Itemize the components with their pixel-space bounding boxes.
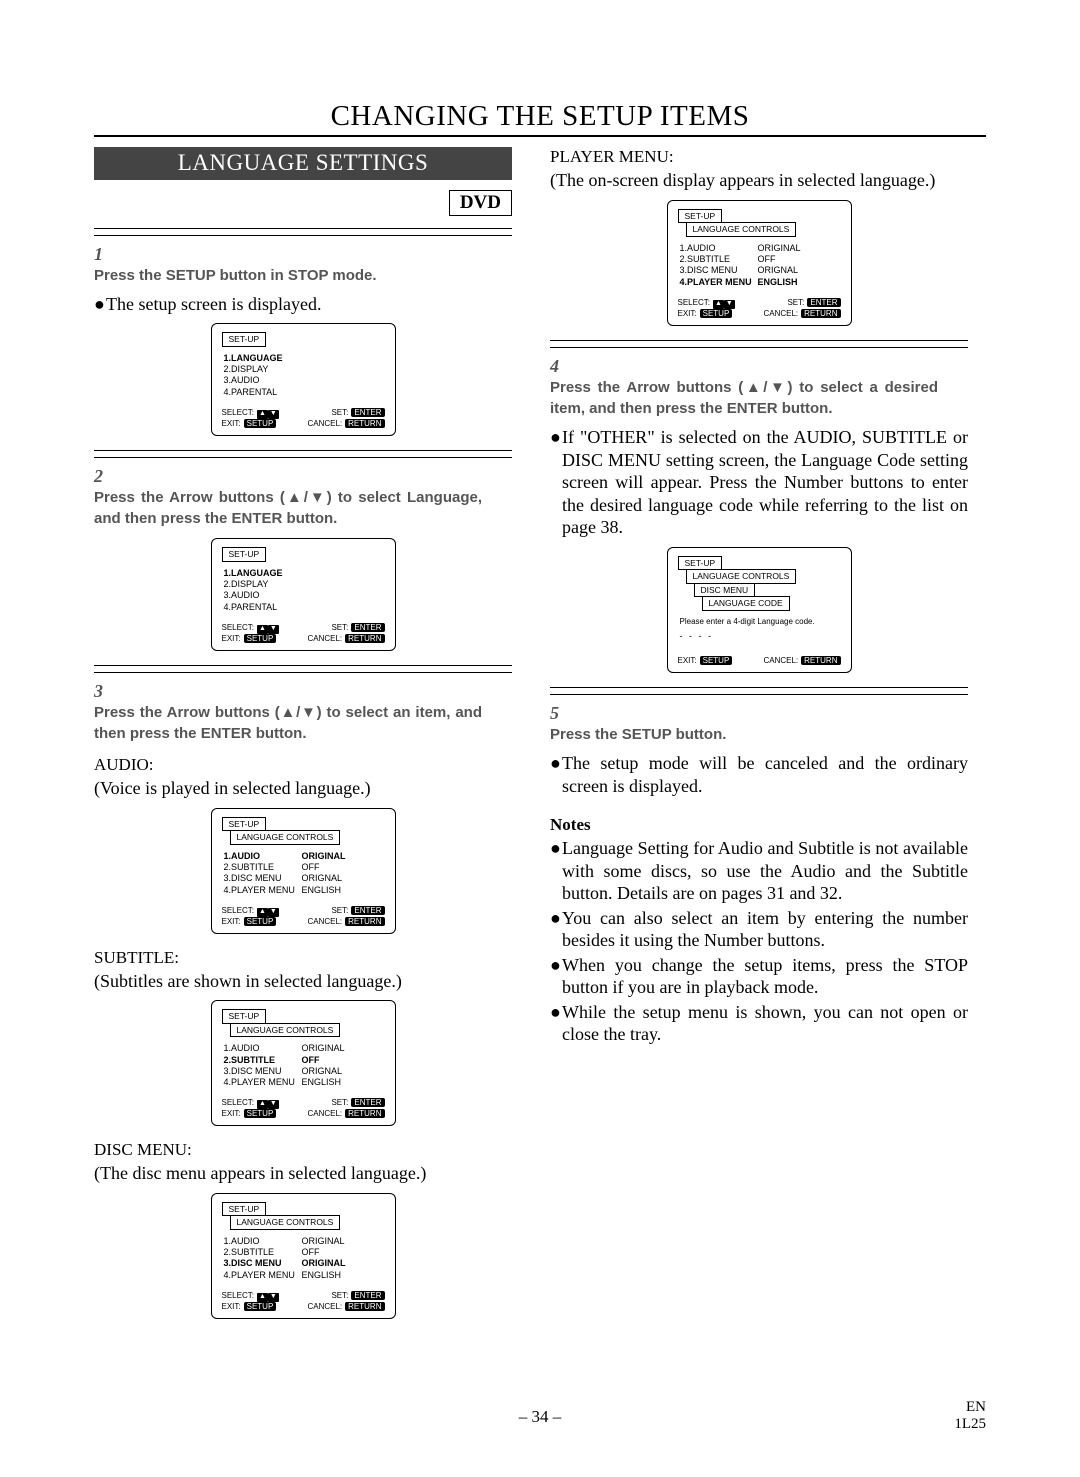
discmenu-desc: (The disc menu appears in selected langu… — [94, 1162, 512, 1185]
osd-subtitle: SET-UP LANGUAGE CONTROLS 1.AUDIOORIGINAL… — [211, 1000, 396, 1126]
step-5: 5 Press the SETUP button. — [550, 703, 968, 746]
dvd-badge: DVD — [94, 190, 512, 216]
osd-setup-main-2: SET-UP 1.LANGUAGE 2.DISPLAY 3.AUDIO 4.PA… — [211, 538, 396, 650]
audio-label: AUDIO: — [94, 755, 512, 775]
osd-discmenu: SET-UP LANGUAGE CONTROLS 1.AUDIOORIGINAL… — [211, 1193, 396, 1319]
notes-heading: Notes — [550, 815, 968, 835]
page-number: – 34 – — [0, 1407, 1080, 1427]
osd-language-code: SET-UP LANGUAGE CONTROLS DISC MENU LANGU… — [667, 547, 852, 674]
note-2: ●You can also select an item by entering… — [550, 907, 968, 952]
step-3: 3 Press the Arrow buttons (▲/▼) to selec… — [94, 681, 512, 746]
step-4: 4 Press the Arrow buttons (▲/▼) to selec… — [550, 356, 968, 421]
note-3: ●When you change the setup items, press … — [550, 954, 968, 999]
note-4: ●While the setup menu is shown, you can … — [550, 1001, 968, 1046]
step-5-body: ●The setup mode will be canceled and the… — [550, 752, 968, 797]
osd-playermenu: SET-UP LANGUAGE CONTROLS 1.AUDIOORIGINAL… — [667, 200, 852, 326]
step-1-body: ●The setup screen is displayed. — [94, 293, 512, 316]
playermenu-label: PLAYER MENU: — [550, 147, 968, 167]
discmenu-label: DISC MENU: — [94, 1140, 512, 1160]
osd-setup-main-1: SET-UP 1.LANGUAGE 2.DISPLAY 3.AUDIO 4.PA… — [211, 323, 396, 435]
subtitle-desc: (Subtitles are shown in selected languag… — [94, 970, 512, 993]
left-column: LANGUAGE SETTINGS DVD 1 Press the SETUP … — [94, 147, 512, 1333]
section-heading: LANGUAGE SETTINGS — [94, 147, 512, 180]
page-title: CHANGING THE SETUP ITEMS — [94, 100, 986, 137]
audio-desc: (Voice is played in selected language.) — [94, 777, 512, 800]
footer-code: EN1L25 — [954, 1399, 986, 1434]
osd-audio: SET-UP LANGUAGE CONTROLS 1.AUDIOORIGINAL… — [211, 808, 396, 934]
note-1: ●Language Setting for Audio and Subtitle… — [550, 837, 968, 905]
right-column: PLAYER MENU: (The on-screen display appe… — [550, 147, 968, 1333]
step-4-body: ●If "OTHER" is selected on the AUDIO, SU… — [550, 426, 968, 539]
step-1: 1 Press the SETUP button in STOP mode. — [94, 244, 512, 287]
step-2: 2 Press the Arrow buttons (▲/▼) to selec… — [94, 466, 512, 531]
playermenu-desc: (The on-screen display appears in select… — [550, 169, 968, 192]
subtitle-label: SUBTITLE: — [94, 948, 512, 968]
